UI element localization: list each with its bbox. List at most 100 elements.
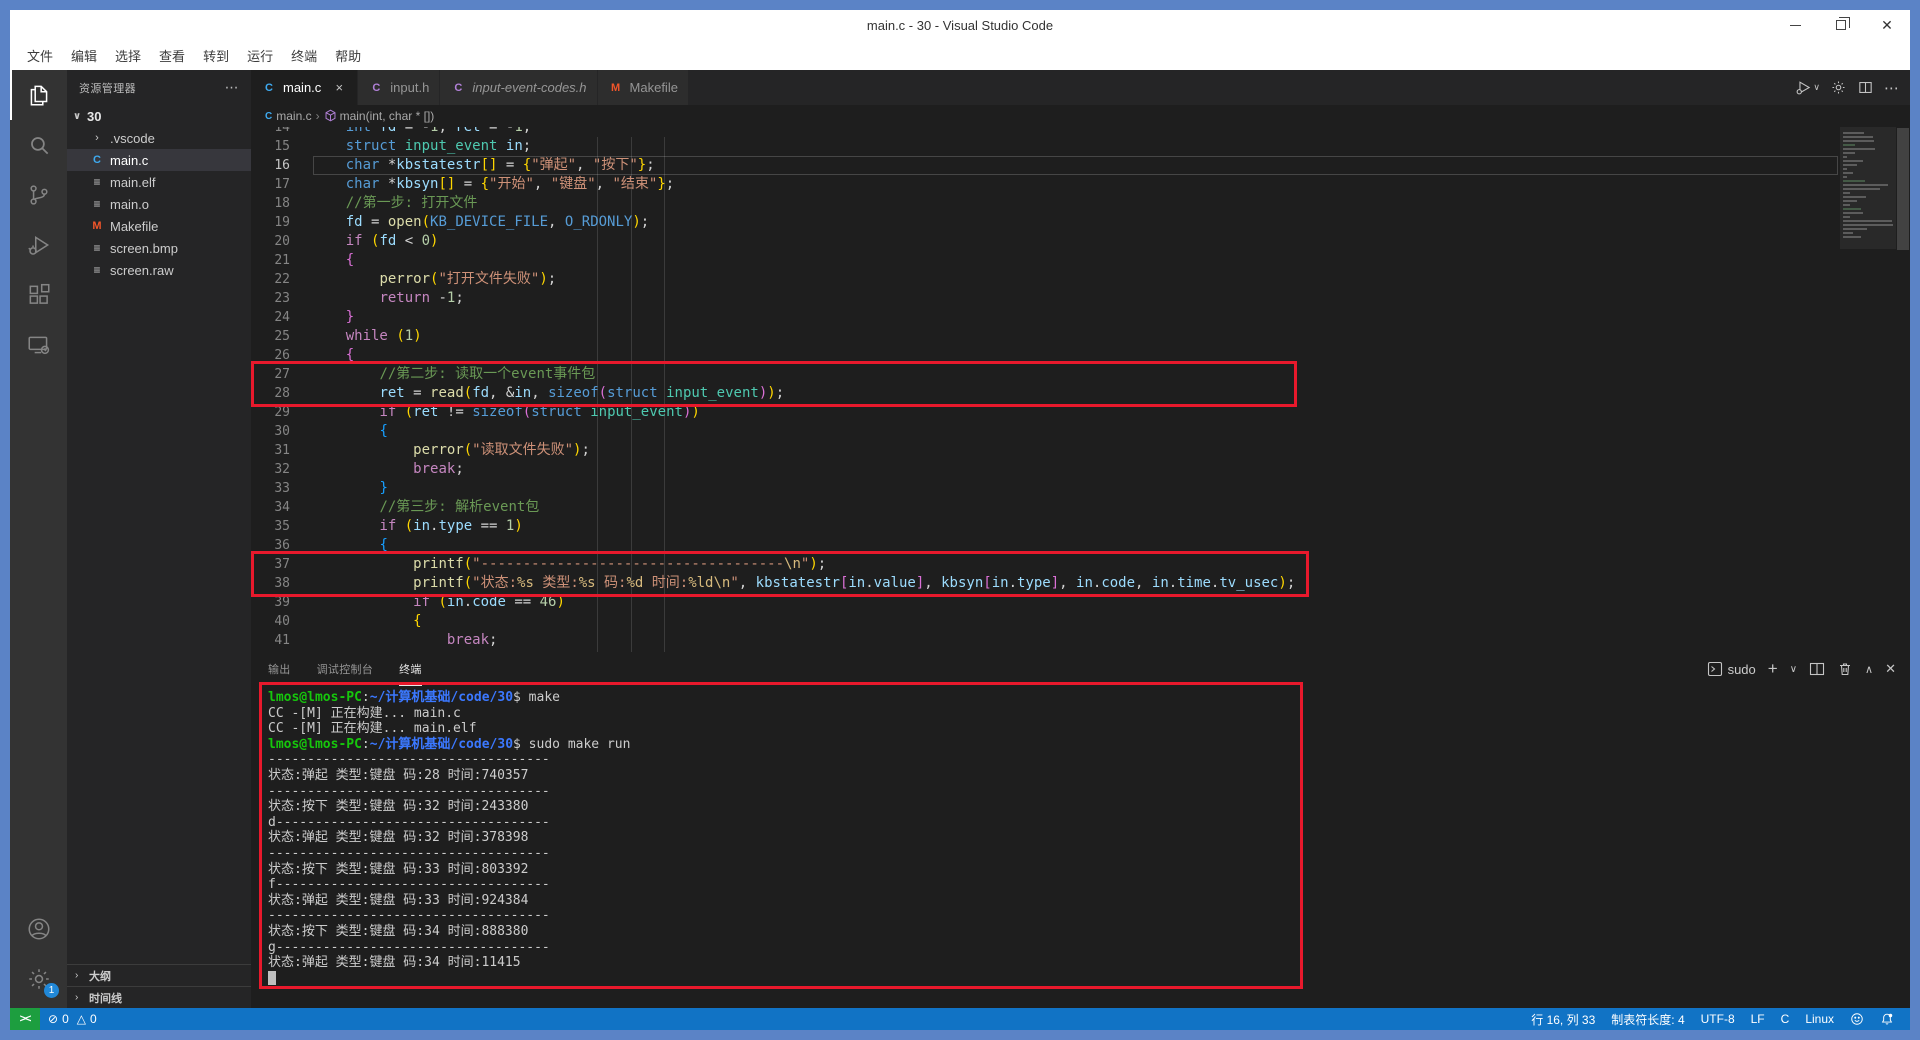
scrollbar-thumb[interactable] xyxy=(1897,128,1909,250)
search-icon[interactable] xyxy=(10,120,67,170)
menu-item-1[interactable]: 编辑 xyxy=(62,42,106,69)
activity-bar: 1 xyxy=(10,70,67,1008)
breadcrumb-separator: › xyxy=(316,109,320,123)
terminal-line-12: 状态:按下 类型:键盘 码:33 时间:803392 xyxy=(268,862,1910,878)
tab-input-event-codes-h[interactable]: Cinput-event-codes.h xyxy=(440,70,597,105)
terminal[interactable]: lmos@lmos-PC:~/计算机基础/code/30$ makeCC -[M… xyxy=(251,686,1910,1008)
eol[interactable]: LF xyxy=(1743,1008,1773,1030)
line-number: 41 xyxy=(251,631,312,650)
cursor-position[interactable]: 行 16, 列 33 xyxy=(1523,1008,1603,1030)
settings-gear-icon[interactable] xyxy=(1830,79,1847,96)
c-file-icon: C xyxy=(368,82,384,94)
error-icon: ⊘ xyxy=(48,1012,58,1026)
feedback-button[interactable] xyxy=(1842,1008,1872,1030)
minimize-button[interactable] xyxy=(1772,10,1818,40)
terminal-line-17: g----------------------------------- xyxy=(268,940,1910,956)
terminal-line-10: 状态:弹起 类型:键盘 码:32 时间:378398 xyxy=(268,830,1910,846)
file-tree-item-main-c[interactable]: Cmain.c xyxy=(67,149,251,171)
terminal-line-14: 状态:弹起 类型:键盘 码:33 时间:924384 xyxy=(268,893,1910,909)
code-line-31: 31 perror("读取文件失败"); xyxy=(251,441,1840,460)
minimap[interactable] xyxy=(1840,129,1896,238)
file-tree-item-screen-bmp[interactable]: ≡screen.bmp xyxy=(67,237,251,259)
run-or-debug-button[interactable]: ∨ xyxy=(1795,79,1820,96)
panel-tab-输出[interactable]: 输出 xyxy=(268,652,291,686)
menu-item-0[interactable]: 文件 xyxy=(18,42,62,69)
language-mode[interactable]: C xyxy=(1773,1008,1798,1030)
explorer-icon[interactable] xyxy=(10,70,67,120)
run-debug-icon[interactable] xyxy=(10,220,67,270)
chevron-down-icon[interactable]: ∨ xyxy=(1790,664,1797,675)
m-file-icon: M xyxy=(89,220,105,232)
line-number: 18 xyxy=(251,194,312,213)
tree-root-folder[interactable]: ∨ 30 xyxy=(67,105,251,127)
line-number: 14 xyxy=(251,127,312,137)
source-control-icon[interactable] xyxy=(10,170,67,220)
file-tree-item-main-elf[interactable]: ≡main.elf xyxy=(67,171,251,193)
line-number: 20 xyxy=(251,232,312,251)
menu-item-4[interactable]: 转到 xyxy=(194,42,238,69)
code-editor[interactable]: 14 int fd = -1, ret = -1;15 struct input… xyxy=(251,127,1910,652)
file-icon: ≡ xyxy=(89,197,105,211)
problems-status[interactable]: ⊘ 0 △ 0 xyxy=(40,1008,105,1030)
more-actions-icon[interactable]: ⋯ xyxy=(1884,79,1900,97)
notifications-bell-button[interactable] xyxy=(1872,1008,1902,1030)
menu-item-2[interactable]: 选择 xyxy=(106,42,150,69)
kill-terminal-button[interactable] xyxy=(1837,661,1853,677)
more-actions-icon[interactable]: ⋯ xyxy=(225,79,239,96)
c-file-icon: C xyxy=(265,111,272,122)
tab-close-icon[interactable]: × xyxy=(331,80,347,95)
file-tree-item--vscode[interactable]: ›.vscode xyxy=(67,127,251,149)
section-label: 时间线 xyxy=(89,990,122,1006)
line-number: 28 xyxy=(251,384,312,403)
code-line-22: 22 perror("打开文件失败"); xyxy=(251,270,1840,289)
split-editor-button[interactable] xyxy=(1857,79,1874,96)
menu-item-3[interactable]: 查看 xyxy=(150,42,194,69)
file-tree-item-main-o[interactable]: ≡main.o xyxy=(67,193,251,215)
file-tree-item-screen-raw[interactable]: ≡screen.raw xyxy=(67,259,251,281)
extensions-icon[interactable] xyxy=(10,270,67,320)
new-terminal-button[interactable]: + xyxy=(1768,659,1778,679)
remote-indicator[interactable]: >< xyxy=(10,1008,40,1030)
os-indicator[interactable]: Linux xyxy=(1797,1008,1842,1030)
code-line-15: 15 struct input_event in; xyxy=(251,137,1840,156)
code-line-38: 38 printf("状态:%s 类型:%s 码:%d 时间:%ld\n", k… xyxy=(251,574,1840,593)
file-label: screen.bmp xyxy=(110,241,178,256)
close-button[interactable]: ✕ xyxy=(1864,10,1910,40)
menu-item-6[interactable]: 终端 xyxy=(282,42,326,69)
menu-item-7[interactable]: 帮助 xyxy=(326,42,370,69)
c-file-icon: C xyxy=(89,154,105,166)
chevron-down-icon: ∨ xyxy=(1813,82,1820,93)
settings-gear-icon[interactable]: 1 xyxy=(10,954,67,1004)
m-file-icon: M xyxy=(608,82,624,94)
panel-tab-调试控制台[interactable]: 调试控制台 xyxy=(317,652,374,686)
remote-explorer-icon[interactable] xyxy=(10,320,67,370)
maximize-panel-button[interactable]: ∧ xyxy=(1865,663,1873,676)
chevron-right-icon: › xyxy=(75,970,89,981)
terminal-shell-selector[interactable]: sudo xyxy=(1707,661,1756,677)
tab-input-h[interactable]: Cinput.h xyxy=(358,70,440,105)
panel-tab-终端[interactable]: 终端 xyxy=(399,652,422,686)
code-line-26: 26 { xyxy=(251,346,1840,365)
line-number: 19 xyxy=(251,213,312,232)
terminal-line-19 xyxy=(268,971,1910,987)
close-panel-button[interactable]: ✕ xyxy=(1885,661,1896,677)
line-number: 32 xyxy=(251,460,312,479)
tab-main-c[interactable]: Cmain.c× xyxy=(251,70,358,105)
breadcrumb[interactable]: C main.c › main(int, char * []) xyxy=(251,105,1910,127)
editor-scrollbar[interactable] xyxy=(1896,127,1910,652)
account-icon[interactable] xyxy=(10,904,67,954)
restore-button[interactable] xyxy=(1818,10,1864,40)
menu-item-5[interactable]: 运行 xyxy=(238,42,282,69)
tab-size[interactable]: 制表符长度: 4 xyxy=(1603,1008,1692,1030)
sidebar-section-时间线[interactable]: ›时间线 xyxy=(67,986,251,1008)
tab-Makefile[interactable]: MMakefile xyxy=(598,70,689,105)
file-tree-item-Makefile[interactable]: MMakefile xyxy=(67,215,251,237)
encoding[interactable]: UTF-8 xyxy=(1693,1008,1743,1030)
title-bar: main.c - 30 - Visual Studio Code ✕ xyxy=(10,10,1910,40)
c-file-icon: C xyxy=(261,82,277,94)
sidebar-section-大纲[interactable]: ›大纲 xyxy=(67,964,251,986)
code-line-37: 37 printf("-----------------------------… xyxy=(251,555,1840,574)
code-line-23: 23 return -1; xyxy=(251,289,1840,308)
terminal-line-5: ------------------------------------ xyxy=(268,752,1910,768)
split-terminal-button[interactable] xyxy=(1809,661,1825,677)
